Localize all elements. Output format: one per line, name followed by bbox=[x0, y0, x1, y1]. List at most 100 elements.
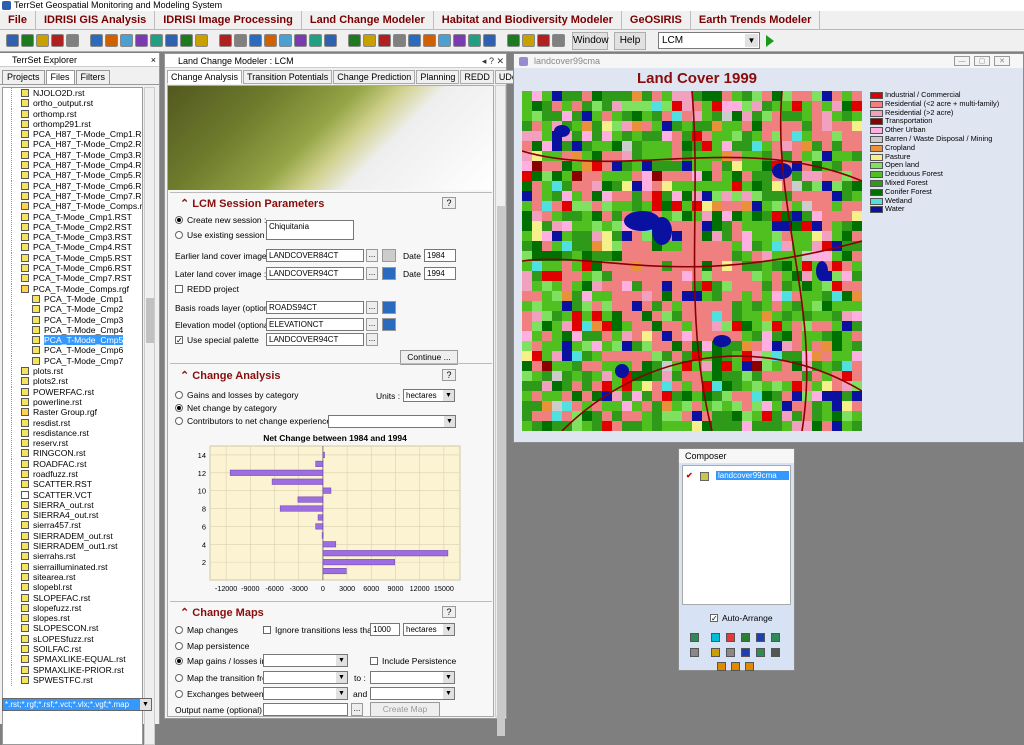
toolbar-tool-icon[interactable] bbox=[36, 34, 49, 47]
layer-name[interactable]: landcover99cma bbox=[716, 471, 789, 480]
menu-land-change-modeler[interactable]: Land Change Modeler bbox=[302, 11, 434, 30]
globe-icon[interactable] bbox=[382, 318, 396, 331]
file-item[interactable]: SIERRADEM_out.rst bbox=[3, 530, 142, 542]
ignore-transitions-checkbox[interactable] bbox=[263, 626, 271, 634]
file-item[interactable]: PCA_T-Mode_Cmp5 bbox=[3, 335, 142, 347]
toolbar-tool-icon[interactable] bbox=[180, 34, 193, 47]
file-item[interactable]: ortho_output.rst bbox=[3, 98, 142, 110]
toolbar-tool-icon[interactable] bbox=[165, 34, 178, 47]
toolbar-tool-icon[interactable] bbox=[120, 34, 133, 47]
file-item[interactable]: SPMAXLIKE-EQUAL.rst bbox=[3, 654, 142, 666]
help-button[interactable]: Help bbox=[614, 32, 646, 50]
toolbar-tool-icon[interactable] bbox=[324, 34, 337, 47]
tab-change-analysis[interactable]: Change Analysis bbox=[167, 70, 243, 84]
file-item[interactable]: slopefuzz.rst bbox=[3, 602, 142, 614]
toolbar-tool-icon[interactable] bbox=[195, 34, 208, 47]
window-button[interactable]: Window bbox=[572, 32, 609, 50]
file-item[interactable]: SIERRADEM_out1.rst bbox=[3, 541, 142, 553]
redd-checkbox[interactable] bbox=[175, 285, 183, 293]
file-item[interactable]: sLOPESfuzz.rst bbox=[3, 633, 142, 645]
ignore-units-select[interactable]: hectares ▼ bbox=[403, 623, 455, 636]
visible-check-icon[interactable]: ✔ bbox=[686, 471, 693, 480]
toolbar-tool-icon[interactable] bbox=[249, 34, 262, 47]
composer-tool-icon[interactable] bbox=[731, 662, 740, 671]
module-select[interactable]: LCM ▼ bbox=[658, 32, 760, 49]
file-item[interactable]: PCA_T-Mode_Cmp1.RST bbox=[3, 211, 142, 223]
composer-tool-icon[interactable] bbox=[711, 648, 720, 657]
file-item[interactable]: sitearea.rst bbox=[3, 571, 142, 583]
composer-tool-icon[interactable] bbox=[756, 648, 765, 657]
file-item[interactable]: sierra457.rst bbox=[3, 520, 142, 532]
file-item[interactable]: POWERFAC.rst bbox=[3, 386, 142, 398]
file-item[interactable]: resdistance.rst bbox=[3, 427, 142, 439]
help-button[interactable]: ? bbox=[442, 606, 456, 618]
menu-file[interactable]: File bbox=[0, 11, 36, 30]
toolbar-tool-icon[interactable] bbox=[522, 34, 535, 47]
composer-tool-icon[interactable] bbox=[745, 662, 754, 671]
file-item[interactable]: PCA_H87_T-Mode_Cmp2.RST bbox=[3, 139, 142, 151]
file-item[interactable]: PCA_T-Mode_Cmp1 bbox=[3, 293, 142, 305]
later-date-input[interactable]: 1994 bbox=[424, 267, 456, 280]
menu-gis-analysis[interactable]: IDRISI GIS Analysis bbox=[36, 11, 156, 30]
file-item[interactable]: SCATTER.VCT bbox=[3, 489, 142, 501]
file-item[interactable]: SIERRA_out.rst bbox=[3, 499, 142, 511]
map-transition-radio[interactable] bbox=[175, 674, 183, 682]
help-button[interactable]: ? bbox=[442, 369, 456, 381]
file-item[interactable]: PCA_T-Mode_Cmp4.RST bbox=[3, 242, 142, 254]
panel-controls[interactable]: ◂ ? ✕ bbox=[482, 54, 504, 68]
file-item[interactable]: plots2.rst bbox=[3, 376, 142, 388]
use-session-radio[interactable] bbox=[175, 231, 183, 239]
toolbar-tool-icon[interactable] bbox=[453, 34, 466, 47]
close-icon[interactable]: ✕ bbox=[994, 56, 1010, 66]
file-item[interactable]: PCA_T-Mode_Cmp5.RST bbox=[3, 252, 142, 264]
file-item[interactable]: PCA_T-Mode_Cmp6 bbox=[3, 345, 142, 357]
toolbar-tool-icon[interactable] bbox=[219, 34, 232, 47]
toolbar-tool-icon[interactable] bbox=[537, 34, 550, 47]
browse-button[interactable]: ... bbox=[351, 703, 363, 716]
file-item[interactable]: orthomp.rst bbox=[3, 108, 142, 120]
menu-geosiris[interactable]: GeOSIRIS bbox=[622, 11, 691, 30]
include-persistence-checkbox[interactable] bbox=[370, 657, 378, 665]
toolbar-tool-icon[interactable] bbox=[234, 34, 247, 47]
exchange-a-select[interactable]: ▼ bbox=[263, 687, 348, 700]
browse-button[interactable]: ... bbox=[366, 333, 378, 346]
toolbar-tool-icon[interactable] bbox=[6, 34, 19, 47]
file-item[interactable]: SPMAXLIKE-PRIOR.rst bbox=[3, 664, 142, 676]
close-icon[interactable]: × bbox=[151, 53, 156, 67]
toolbar-tool-icon[interactable] bbox=[378, 34, 391, 47]
file-item[interactable]: RINGCON.rst bbox=[3, 448, 142, 460]
auto-arrange-checkbox[interactable]: ✓ bbox=[710, 614, 718, 623]
composer-tool-icon[interactable] bbox=[690, 633, 699, 642]
tab-transition-potentials[interactable]: Transition Potentials bbox=[243, 70, 333, 84]
toolbar-tool-icon[interactable] bbox=[90, 34, 103, 47]
toolbar-tool-icon[interactable] bbox=[51, 34, 64, 47]
composer-tool-icon[interactable] bbox=[690, 648, 699, 657]
net-change-radio[interactable] bbox=[175, 404, 183, 412]
maximize-icon[interactable]: ▢ bbox=[974, 56, 990, 66]
tab-change-prediction[interactable]: Change Prediction bbox=[333, 70, 416, 84]
file-item[interactable]: SOILFAC.rst bbox=[3, 644, 142, 656]
help-button[interactable]: ? bbox=[442, 197, 456, 209]
tab-projects[interactable]: Projects bbox=[2, 70, 45, 84]
exchange-b-select[interactable]: ▼ bbox=[370, 687, 455, 700]
toolbar-tool-icon[interactable] bbox=[294, 34, 307, 47]
minimize-icon[interactable]: — bbox=[954, 56, 970, 66]
file-item[interactable]: PCA_T-Mode_Comps.rgf bbox=[3, 283, 142, 295]
units-select[interactable]: hectares ▼ bbox=[403, 389, 455, 402]
earlier-date-input[interactable]: 1984 bbox=[424, 249, 456, 262]
file-item[interactable]: PCA_T-Mode_Cmp2 bbox=[3, 304, 142, 316]
toolbar-tool-icon[interactable] bbox=[408, 34, 421, 47]
contributors-select[interactable]: ▼ bbox=[328, 415, 456, 428]
transition-from-select[interactable]: ▼ bbox=[263, 671, 348, 684]
file-item[interactable]: PCA_H87_T-Mode_Comps.rgf bbox=[3, 201, 142, 213]
file-item[interactable]: PCA_H87_T-Mode_Cmp7.RST bbox=[3, 190, 142, 202]
map-changes-radio[interactable] bbox=[175, 626, 183, 634]
file-item[interactable]: powerline.rst bbox=[3, 396, 142, 408]
menu-image-processing[interactable]: IDRISI Image Processing bbox=[155, 11, 302, 30]
file-item[interactable]: orthomp291.rst bbox=[3, 118, 142, 130]
composer-tool-icon[interactable] bbox=[711, 633, 720, 642]
create-map-button[interactable]: Create Map bbox=[370, 702, 440, 716]
menu-earth-trends-modeler[interactable]: Earth Trends Modeler bbox=[691, 11, 821, 30]
map-gains-losses-radio[interactable] bbox=[175, 657, 183, 665]
file-item[interactable]: NJOLO2D.rst bbox=[3, 88, 142, 99]
